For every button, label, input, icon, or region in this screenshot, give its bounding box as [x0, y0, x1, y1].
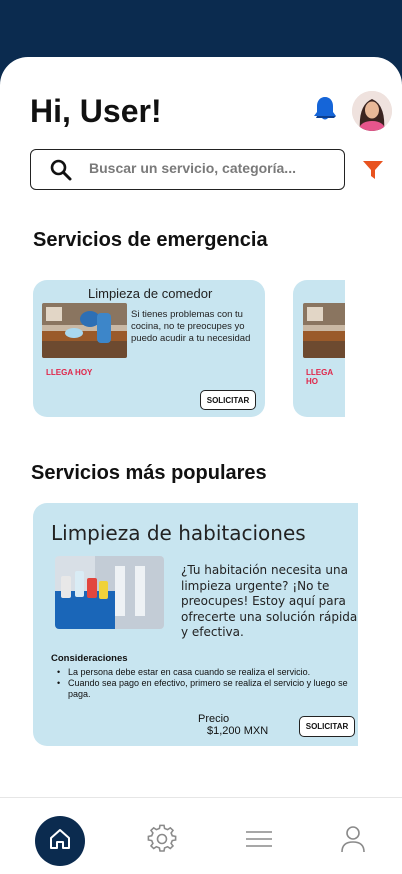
- popular-card-description: ¿Tu habitación necesita una limpieza urg…: [181, 563, 358, 639]
- arrival-tag: LLEGA HOY: [46, 368, 93, 377]
- emergency-card-title: Limpieza de comedor: [88, 286, 213, 301]
- search-bar[interactable]: [30, 149, 345, 190]
- bell-icon[interactable]: [312, 95, 338, 123]
- tab-menu[interactable]: [234, 816, 284, 866]
- menu-icon: [245, 829, 273, 854]
- considerations-title: Consideraciones: [51, 653, 128, 664]
- emergency-card-description: Si tienes problemas con tu cocina, no te…: [131, 309, 251, 344]
- arrival-tag: LLEGA HO: [306, 368, 333, 386]
- request-button[interactable]: SOLICITAR: [299, 716, 355, 737]
- popular-card-title: Limpieza de habitaciones: [51, 521, 306, 545]
- filter-icon[interactable]: [362, 159, 384, 181]
- tab-settings[interactable]: [137, 816, 187, 866]
- home-icon: [48, 827, 72, 856]
- price-value: $1,200 MXN: [207, 725, 269, 737]
- request-button[interactable]: SOLICITAR: [200, 390, 256, 410]
- price-label: Precio: [198, 713, 230, 725]
- avatar[interactable]: [352, 91, 392, 131]
- emergency-section-title: Servicios de emergencia: [33, 229, 268, 251]
- dining-cleaning-image: [303, 303, 345, 358]
- main-sheet: Hi, User! Servicios de emergencia: [0, 57, 402, 874]
- room-cleaning-image: [55, 556, 164, 629]
- search-icon: [49, 158, 73, 182]
- emergency-card-partial[interactable]: LLEGA HO: [293, 280, 345, 417]
- considerations-list: La persona debe estar en casa cuando se …: [57, 667, 357, 700]
- list-item: Cuando sea pago en efectivo, primero se …: [57, 678, 357, 700]
- search-input[interactable]: [89, 160, 329, 176]
- greeting-title: Hi, User!: [30, 93, 162, 129]
- gear-icon: [147, 824, 177, 859]
- tab-profile[interactable]: [328, 816, 378, 866]
- user-icon: [340, 825, 366, 858]
- tab-home[interactable]: [35, 816, 85, 866]
- popular-section-title: Servicios más populares: [31, 462, 267, 484]
- list-item: La persona debe estar en casa cuando se …: [57, 667, 357, 678]
- popular-service-card[interactable]: Limpieza de habitaciones ¿Tu habitación …: [33, 503, 358, 746]
- bottom-tab-bar: [0, 797, 402, 874]
- dining-cleaning-image: [42, 303, 127, 358]
- emergency-card[interactable]: Limpieza de comedor Si tienes problemas …: [33, 280, 265, 417]
